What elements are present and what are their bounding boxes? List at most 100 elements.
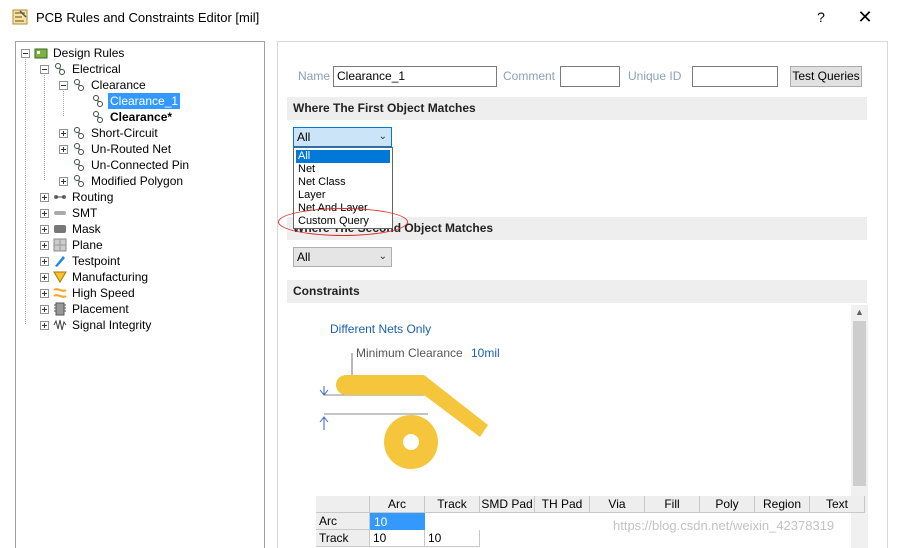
tree-item-label: Placement (72, 302, 129, 316)
tree-item[interactable]: Placement (16, 301, 264, 317)
scrollbar-thumb[interactable] (853, 321, 866, 486)
matrix-column-header: Poly (700, 496, 755, 513)
tree-item[interactable]: Clearance_1 (16, 93, 264, 109)
placement-rule-icon (54, 302, 66, 316)
tree-item[interactable]: Un-Routed Net (16, 141, 264, 157)
scroll-up-icon[interactable]: ▲ (855, 307, 864, 317)
tree-item-label: Clearance* (110, 110, 173, 124)
dropdown-option-layer[interactable]: Layer (296, 189, 390, 202)
testpoint-rule-icon (55, 256, 65, 267)
collapse-icon[interactable] (59, 81, 68, 90)
constraints-header: Constraints (287, 280, 867, 303)
matrix-column-header: Fill (645, 496, 700, 513)
expand-icon[interactable] (40, 225, 49, 234)
chevron-down-icon: ⌄ (378, 131, 387, 142)
expand-icon[interactable] (59, 145, 68, 154)
rules-tree-panel: Design Rules Electrical Clearance Clearance… (15, 41, 265, 548)
tree-item-label: High Speed (72, 286, 135, 300)
dropdown-option-all[interactable]: All (296, 150, 390, 163)
plane-rule-icon (53, 238, 67, 252)
tree-item[interactable]: Modified Polygon (16, 173, 264, 189)
clearance-rule-icon (93, 95, 103, 107)
expand-icon[interactable] (40, 241, 49, 250)
title-bar: PCB Rules and Constraints Editor [mil] ?… (0, 0, 898, 34)
first-object-combo-value: All (297, 130, 311, 144)
second-object-combo-value: All (297, 250, 311, 264)
smt-rule-icon (54, 211, 66, 215)
unique-id-field[interactable] (692, 66, 778, 87)
tree-item-label: Manufacturing (72, 270, 149, 284)
close-button[interactable]: ✕ (850, 4, 880, 30)
matrix-row-header: Track (316, 530, 370, 547)
collapse-icon[interactable] (21, 49, 30, 58)
tree-item-label: Un-Routed Net (91, 142, 172, 156)
name-field[interactable]: Clearance_1 (333, 66, 497, 87)
expand-icon[interactable] (40, 321, 49, 330)
tree-item-label: Signal Integrity (72, 318, 152, 332)
matrix-column-header: Region (755, 496, 810, 513)
tree-item[interactable]: Electrical (16, 61, 264, 77)
clearance-rule-icon (93, 111, 103, 123)
unique-id-label: Unique ID (628, 69, 682, 83)
help-button[interactable]: ? (810, 6, 832, 28)
tree-item-label: Clearance_1 (108, 93, 181, 109)
matrix-row-header: Arc (316, 513, 370, 530)
tree-item[interactable]: Testpoint (16, 253, 264, 269)
expand-icon[interactable] (40, 193, 49, 202)
second-object-combo[interactable]: All ⌄ (293, 247, 392, 267)
tree-item[interactable]: Routing (16, 189, 264, 205)
matrix-column-header: SMD Pad (480, 496, 535, 513)
tree-item[interactable]: SMT (16, 205, 264, 221)
tree-item[interactable]: Short-Circuit (16, 125, 264, 141)
matrix-clearance-cell[interactable]: 10 (370, 530, 425, 547)
tree-item[interactable]: Manufacturing (16, 269, 264, 285)
unrouted-net-rule-icon (74, 143, 84, 155)
expand-icon[interactable] (40, 273, 49, 282)
matrix-column-header: Arc (370, 496, 425, 513)
tree-item[interactable]: Clearance* (16, 109, 264, 125)
modified-polygon-rule-icon (74, 175, 84, 187)
clearance-diagram (319, 353, 488, 469)
tree-item-label: Clearance (91, 78, 146, 92)
tree-item-label: Routing (72, 190, 114, 204)
tree-item-label: Un-Connected Pin (91, 158, 190, 172)
expand-icon[interactable] (59, 129, 68, 138)
tree-item[interactable]: Design Rules (16, 45, 264, 61)
tree-item[interactable]: Plane (16, 237, 264, 253)
short-circuit-rule-icon (74, 127, 84, 139)
name-label: Name (298, 69, 331, 83)
expand-icon[interactable] (59, 177, 68, 186)
tree-item[interactable]: High Speed (16, 285, 264, 301)
net-scope-selector[interactable]: Different Nets Only (330, 322, 431, 336)
tree-item[interactable]: Signal Integrity (16, 317, 264, 333)
mask-rule-icon (54, 225, 66, 233)
high-speed-rule-icon (53, 288, 67, 298)
first-object-combo[interactable]: All ⌄ (293, 127, 392, 147)
expand-icon[interactable] (40, 209, 49, 218)
matrix-clearance-cell[interactable]: 10 (425, 530, 480, 547)
expand-icon[interactable] (40, 289, 49, 298)
matrix-column-header: Text (810, 496, 865, 513)
dropdown-option-net-class[interactable]: Net Class (296, 176, 390, 189)
comment-field[interactable] (560, 66, 620, 87)
test-queries-button[interactable]: Test Queries (790, 66, 862, 87)
tree-item[interactable]: Un-Connected Pin (16, 157, 264, 173)
dropdown-option-net[interactable]: Net (296, 163, 390, 176)
collapse-icon[interactable] (40, 65, 49, 74)
tree-item-label: Testpoint (72, 254, 121, 268)
tree-item-label: Short-Circuit (91, 126, 158, 140)
tree-item-label: Mask (72, 222, 101, 236)
matrix-column-header: Via (590, 496, 645, 513)
expand-icon[interactable] (40, 257, 49, 266)
matrix-clearance-cell[interactable]: 10 (370, 513, 425, 530)
expand-icon[interactable] (40, 305, 49, 314)
tree-item[interactable]: Clearance (16, 77, 264, 93)
tree-item[interactable]: Mask (16, 221, 264, 237)
tree-item-label: Modified Polygon (91, 174, 184, 188)
watermark-text: https://blog.csdn.net/weixin_42378319 (613, 518, 835, 533)
chevron-down-icon: ⌄ (378, 251, 387, 262)
tree-item-label: Electrical (72, 62, 121, 76)
matrix-column-header: Track (425, 496, 480, 513)
tree-item-label: Plane (72, 238, 103, 252)
signal-integrity-rule-icon (53, 319, 67, 331)
